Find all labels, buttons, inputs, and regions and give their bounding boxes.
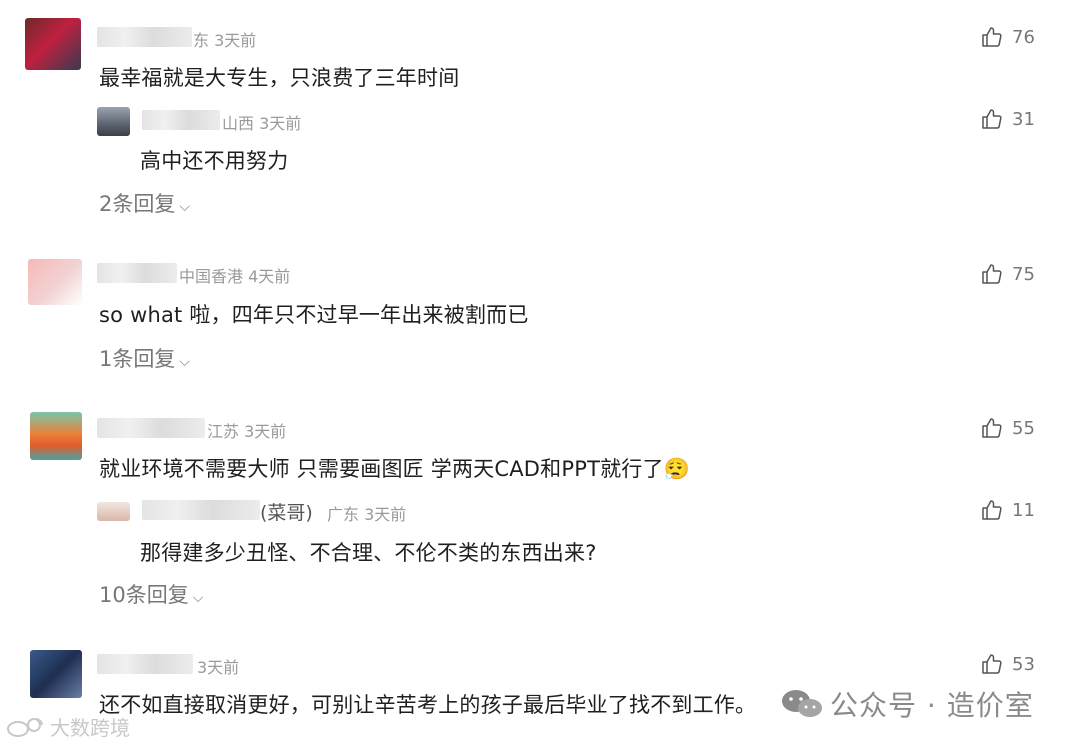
avatar[interactable]: [30, 650, 82, 698]
like-count: 53: [1012, 653, 1035, 675]
avatar[interactable]: [28, 259, 82, 305]
like-button[interactable]: 55: [980, 415, 1035, 441]
reply-name-tail: (菜哥): [260, 502, 313, 524]
comment-text: 最幸福就是大专生，只浪费了三年时间: [99, 66, 460, 90]
comment-meta: 中国香港 4天前: [179, 267, 291, 286]
like-button[interactable]: 31: [980, 106, 1035, 132]
comment-text: so what 啦，四年只不过早一年出来被割而已: [99, 303, 529, 327]
like-button[interactable]: 53: [980, 651, 1035, 677]
thumbs-up-icon: [982, 418, 1002, 438]
watermark-left: 大数跨境: [6, 712, 130, 741]
comment-meta: 东 3天前: [193, 31, 257, 50]
thumbs-up-icon: [982, 500, 1002, 520]
comment-meta: 3天前: [197, 658, 240, 677]
replies-label: 1条回复: [99, 347, 176, 371]
like-count: 31: [1012, 108, 1035, 130]
username-blurred[interactable]: [142, 110, 220, 130]
view-replies-button[interactable]: 2条回复 ⌵: [99, 188, 190, 218]
comment-meta: 江苏 3天前: [207, 422, 287, 441]
replies-label: 10条回复: [99, 583, 189, 607]
reply-text: 那得建多少丑怪、不合理、不伦不类的东西出来?: [140, 541, 597, 565]
like-button[interactable]: 11: [980, 497, 1035, 523]
reply-meta: 山西 3天前: [222, 114, 302, 133]
like-count: 75: [1012, 263, 1035, 285]
like-count: 55: [1012, 417, 1035, 439]
username-blurred[interactable]: [97, 27, 192, 47]
like-count: 76: [1012, 26, 1035, 48]
replies-label: 2条回复: [99, 192, 176, 216]
thumbs-up-icon: [982, 109, 1002, 129]
view-replies-button[interactable]: 10条回复 ⌵: [99, 579, 203, 609]
reply-text: 高中还不用努力: [140, 149, 289, 173]
avatar[interactable]: [30, 412, 82, 460]
avatar[interactable]: [97, 107, 130, 136]
chevron-down-icon: ⌵: [192, 590, 204, 606]
reply-meta: 广东 3天前: [327, 505, 407, 524]
like-button[interactable]: 75: [980, 261, 1035, 287]
thumbs-up-icon: [982, 27, 1002, 47]
thumbs-up-icon: [982, 264, 1002, 284]
chevron-down-icon: ⌵: [179, 199, 190, 215]
username-blurred[interactable]: [97, 654, 193, 674]
comment-text: 就业环境不需要大师 只需要画图匠 学两天CAD和PPT就行了😮‍💨: [99, 457, 691, 481]
chevron-down-icon: ⌵: [179, 354, 190, 370]
view-replies-button[interactable]: 1条回复 ⌵: [99, 343, 190, 373]
watermark-right: 公众号 · 造价室: [780, 684, 1034, 724]
like-button[interactable]: 76: [980, 24, 1035, 50]
thumbs-up-icon: [982, 654, 1002, 674]
comment-text: 还不如直接取消更好，可别让辛苦考上的孩子最后毕业了找不到工作。: [99, 693, 757, 717]
like-count: 11: [1012, 499, 1035, 521]
username-blurred[interactable]: [142, 500, 260, 520]
wechat-icon: [782, 690, 822, 717]
avatar[interactable]: [97, 502, 130, 521]
username-blurred[interactable]: [97, 263, 177, 283]
weibo-icon: [7, 717, 43, 737]
watermark-right-text: 公众号 · 造价室: [830, 689, 1034, 722]
avatar[interactable]: [25, 18, 81, 70]
watermark-left-text: 大数跨境: [50, 716, 130, 740]
username-blurred[interactable]: [97, 418, 205, 438]
